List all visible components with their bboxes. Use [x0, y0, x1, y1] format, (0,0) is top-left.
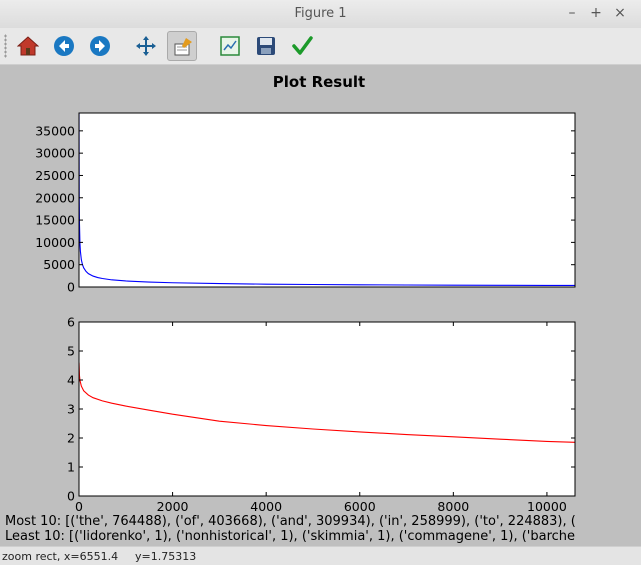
plot-area [79, 322, 575, 496]
close-button[interactable]: × [611, 4, 629, 22]
checkmark-icon [292, 36, 313, 55]
y-tick-label: 5 [67, 344, 75, 359]
y-tick-label: 5000 [43, 257, 75, 272]
x-tick-label: 8000 [437, 499, 469, 514]
top-axes[interactable]: 0 5000 10000 15000 20000 25000 30000 35000 [35, 112, 576, 295]
window-title: Figure 1 [294, 6, 347, 21]
toolbar [0, 28, 641, 65]
back-button[interactable] [49, 31, 79, 61]
figure-svg[interactable]: Plot Result 0500010000150002000025000300… [0, 65, 641, 545]
y-tick-label: 10000 [35, 235, 75, 250]
x-tick-label: 0 [75, 499, 83, 514]
y-tick-label: 25000 [35, 168, 75, 183]
home-icon [17, 36, 39, 56]
x-tick-label: 4000 [250, 499, 282, 514]
y-tick-label: 2 [67, 431, 75, 446]
subplots-icon [220, 36, 240, 56]
maximize-button[interactable]: + [587, 4, 605, 22]
save-icon [257, 37, 275, 55]
y-tick-label: 15000 [35, 213, 75, 228]
forward-icon [90, 36, 110, 56]
figure-canvas[interactable]: Plot Result 0 5000 10000 15000 20000 25000 300… [0, 65, 641, 545]
y-tick-label: 3 [67, 402, 75, 417]
y-tick-label: 0 [67, 489, 75, 504]
back-icon [54, 36, 74, 56]
status-bar: zoom rect, x=6551.4 y=1.75313 [0, 546, 641, 565]
edit-parameters-button[interactable] [287, 31, 317, 61]
y-tick-label: 6 [67, 315, 75, 330]
subplots-button[interactable] [215, 31, 245, 61]
zoom-button[interactable] [167, 31, 197, 61]
pan-button[interactable] [131, 31, 161, 61]
figure-title: Plot Result [273, 73, 365, 91]
bottom-axes[interactable]: 0 1 2 3 4 5 6 0 2000 4000 6000 8000 10000 [67, 315, 576, 515]
y-tick-label: 0 [67, 280, 75, 295]
x-tick-label: 2000 [157, 499, 189, 514]
forward-button[interactable] [85, 31, 115, 61]
home-button[interactable] [13, 31, 43, 61]
y-tick-label: 20000 [35, 190, 75, 205]
status-mode: zoom rect, x=6551.4 [2, 550, 119, 563]
y-tick-label: 1 [67, 460, 75, 475]
least-frequent-text: Least 10: [('lidorenko', 1), ('nonhistor… [5, 529, 575, 544]
save-button[interactable] [251, 31, 281, 61]
x-tick-label: 10000 [527, 499, 567, 514]
zoom-icon [174, 38, 192, 56]
status-y-coordinate: y=1.75313 [135, 550, 197, 563]
minimize-button[interactable]: – [563, 4, 581, 22]
toolbar-grip[interactable] [4, 34, 7, 58]
plot-area [79, 113, 575, 287]
y-tick-label: 30000 [35, 146, 75, 161]
window-titlebar: Figure 1 – + × [0, 0, 641, 29]
pan-icon [136, 36, 156, 56]
y-tick-label: 35000 [35, 123, 75, 138]
x-tick-label: 6000 [344, 499, 376, 514]
most-frequent-text: Most 10: [('the', 764488), ('of', 403668… [5, 514, 576, 529]
y-tick-label: 4 [67, 373, 75, 388]
